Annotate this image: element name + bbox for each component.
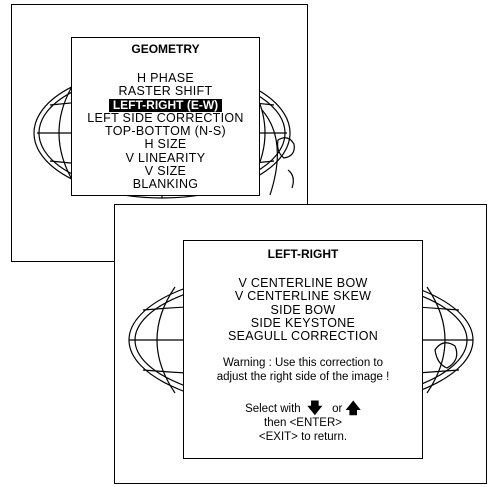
menu-item-top-bottom[interactable]: TOP-BOTTOM (N-S) [72, 124, 259, 138]
menu-item-v-centerline-skew[interactable]: V CENTERLINE SKEW [184, 289, 422, 303]
menu-item-blanking[interactable]: BLANKING [72, 178, 259, 192]
menu-item-left-side-correction[interactable]: LEFT SIDE CORRECTION [72, 111, 259, 125]
geometry-menu-title: GEOMETRY [131, 42, 200, 56]
down-arrow-icon: 🡇 [307, 400, 323, 418]
geometry-menu: GEOMETRY H PHASE RASTER SHIFT LEFT-RIGHT… [71, 37, 260, 196]
menu-item-seagull-correction[interactable]: SEAGULL CORRECTION [184, 329, 422, 343]
selected-menu-item[interactable]: LEFT-RIGHT (E-W) [108, 98, 223, 112]
menu-item-left-right[interactable]: LEFT-RIGHT (E-W) [72, 98, 259, 112]
select-prefix: Select with [245, 403, 301, 416]
menu-item-v-size[interactable]: V SIZE [72, 164, 259, 178]
select-or: or [332, 403, 343, 416]
enter-instruction: then <ENTER> [264, 417, 342, 430]
menu-item-v-linearity[interactable]: V LINEARITY [72, 151, 259, 165]
up-arrow-icon: 🡅 [345, 400, 361, 418]
warning-text-line2: adjust the right side of the image ! [216, 370, 390, 383]
left-right-menu-title: LEFT-RIGHT [267, 247, 339, 261]
menu-item-v-centerline-bow[interactable]: V CENTERLINE BOW [184, 276, 422, 290]
menu-item-raster-shift[interactable]: RASTER SHIFT [72, 84, 259, 98]
select-instruction: Select with 🡇 or 🡅 [184, 400, 422, 418]
menu-item-h-size[interactable]: H SIZE [72, 138, 259, 152]
globe-detail-icon [261, 109, 295, 196]
left-right-menu: LEFT-RIGHT V CENTERLINE BOW V CENTERLINE… [183, 240, 423, 459]
warning-text-line1: Warning : Use this correction to [223, 357, 383, 370]
exit-instruction: <EXIT> to return. [258, 431, 348, 444]
menu-item-side-keystone[interactable]: SIDE KEYSTONE [184, 316, 422, 330]
menu-item-side-bow[interactable]: SIDE BOW [184, 303, 422, 317]
menu-item-h-phase[interactable]: H PHASE [72, 71, 259, 85]
